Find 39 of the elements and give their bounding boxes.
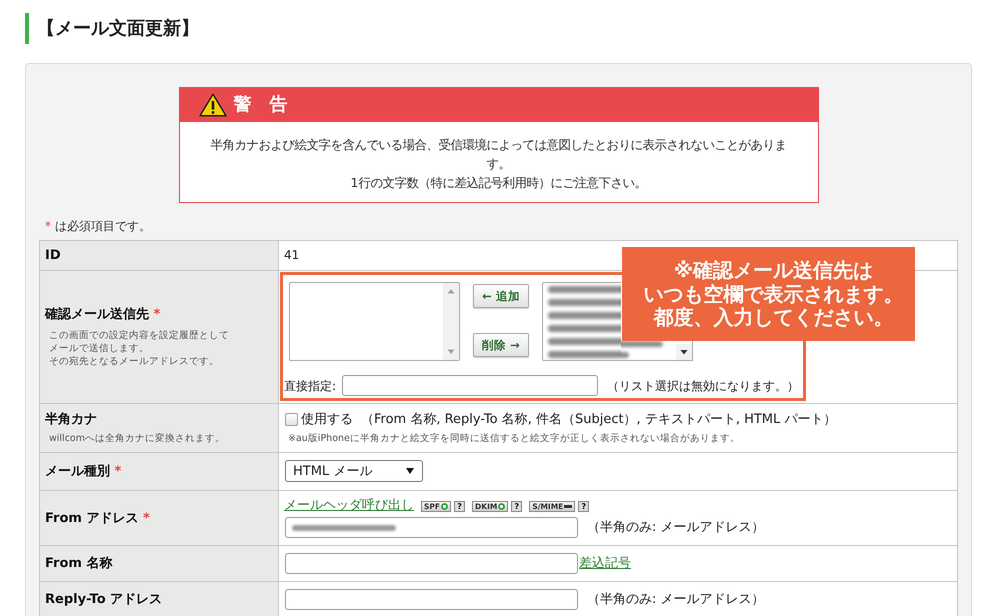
checkbox-label[interactable]: 使用する [301,411,353,428]
field-label: 確認メール送信先 * [45,306,160,323]
checkbox[interactable] [285,413,298,426]
field-description: この画面での設定内容を設定履歴として メールで送信します。 その宛先となるメールアドレスです。 [48,329,229,368]
help-button[interactable]: ? [454,500,466,512]
help-button[interactable]: ? [578,500,590,512]
text-field[interactable] [285,553,578,574]
insert-code-link[interactable]: 差込記号 [579,556,631,572]
selected-recipients-listbox[interactable] [289,282,460,361]
id-value: 41 [284,248,300,263]
text-field[interactable] [285,589,578,610]
mail-type-select[interactable]: HTML メール [285,460,423,482]
text-field[interactable] [285,517,578,538]
field-label: 半角カナ [45,411,97,428]
callout-banner: ※確認メール送信先は いつも空欄で表示されます。 都度、入力してください。 [622,247,915,341]
field-label: メール種別 * [45,463,122,480]
remove-button[interactable]: 削除 → [473,333,529,357]
option-scope-note: （From 名称, Reply-To 名称, 件名（Subject）, テキストパート, HTML パート） [361,411,836,428]
scrollbar[interactable] [443,283,459,360]
warning-message: 半角カナおよび絵文字を含んでいる場合、受信環境によっては意図したとおりに表示されないことがあります。 1行の文字数（特に差込記号利用時）にご注意下さい。 [210,136,788,192]
input-hint: （半角のみ: メールアドレス） [587,519,765,536]
field-label: From 名称 [45,555,112,572]
direct-entry-note: （リスト選択は無効になります。） [607,378,799,394]
field-label: From アドレス * [45,510,150,526]
help-button[interactable]: ? [511,500,522,512]
warning-icon [198,93,226,117]
field-label: ID [45,247,61,264]
add-button[interactable]: ← 追加 [473,284,529,308]
input-hint: （半角のみ: メールアドレス） [587,591,765,608]
direct-address-field[interactable] [342,375,598,396]
compatibility-note: ※au版iPhoneに半角カナと絵文字を同時に送信すると絵文字が正しく表示されない場合があります。 [288,432,740,445]
direct-entry-label: 直接指定: [284,378,336,394]
warning-title: 警 告 [234,94,288,116]
field-label: Reply-To アドレス [45,591,162,608]
field-description: willcomへは全角カナに変換されます。 [48,432,225,445]
mail-header-link[interactable]: メールヘッダ呼び出し [284,498,414,514]
required-note: * は必須項目です。 [45,218,151,234]
caret-icon [406,468,414,474]
page-title: 【メール文面更新】 [25,13,199,44]
